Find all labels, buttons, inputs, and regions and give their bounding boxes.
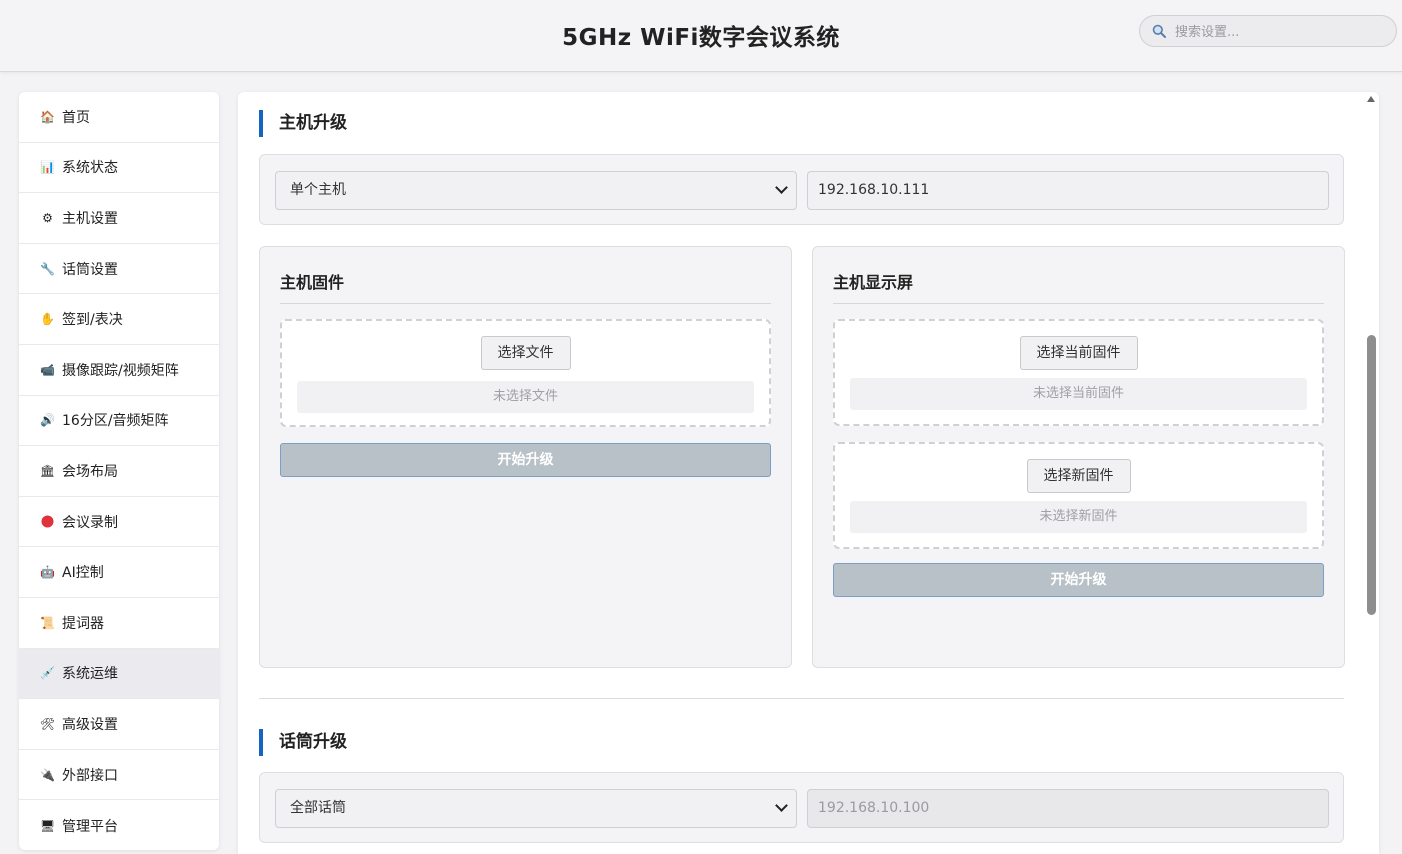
sidebar-item-label: 高级设置	[62, 716, 118, 733]
gear-icon: ⚙	[42, 210, 53, 225]
sidebar-item-system-status[interactable]: 📊 系统状态	[19, 143, 219, 194]
host-target-select-value: 单个主机	[290, 182, 346, 198]
search-box[interactable]	[1139, 15, 1397, 48]
section-title-mic-upgrade: 话筒升级	[259, 729, 347, 756]
firmware-dropzone[interactable]: 选择文件 未选择文件	[280, 319, 771, 427]
host-ip-input[interactable]: 192.168.10.111	[807, 171, 1329, 210]
camera-icon: 📹	[40, 362, 55, 377]
scroll-icon: 📜	[40, 615, 55, 630]
hand-icon: ✋	[40, 312, 55, 327]
new-firmware-status: 未选择新固件	[850, 501, 1307, 533]
header-bar: 5GHz WiFi数字会议系统	[0, 0, 1402, 72]
sidebar-item-advanced-settings[interactable]: 🛠 高级设置	[19, 699, 219, 750]
sidebar-item-label: 会场布局	[62, 463, 118, 480]
sidebar-item-venue-layout[interactable]: 🏛 会场布局	[19, 446, 219, 497]
sidebar: 🏠 首页 📊 系统状态 ⚙ 主机设置 🔧 话筒设置 ✋ 签到/表决 📹 摄像跟踪…	[19, 92, 219, 850]
sidebar-item-host-settings[interactable]: ⚙ 主机设置	[19, 193, 219, 244]
mic-target-select[interactable]: 全部话筒	[275, 789, 797, 828]
file-status-text: 未选择文件	[297, 381, 754, 413]
section-title-host-upgrade: 主机升级	[259, 110, 347, 137]
choose-new-firmware-button[interactable]: 选择新固件	[1026, 459, 1131, 493]
start-upgrade-button[interactable]: 开始升级	[280, 443, 771, 477]
tools-icon: 💉	[40, 666, 55, 681]
plug-icon: 🔌	[40, 767, 55, 782]
sidebar-item-camera-tracking[interactable]: 📹 摄像跟踪/视频矩阵	[19, 345, 219, 396]
sidebar-item-system-maintenance[interactable]: 💉 系统运维	[19, 648, 219, 700]
host-target-select[interactable]: 单个主机	[275, 171, 797, 210]
sidebar-item-label: 会议录制	[62, 514, 118, 531]
building-icon: 🏛	[39, 463, 56, 478]
host-display-card: 主机显示屏 选择当前固件 未选择当前固件 选择新固件 未选择新固件 开始升级	[812, 246, 1345, 668]
house-icon: 🏠	[40, 109, 55, 124]
section-divider	[259, 698, 1344, 699]
sidebar-item-label: 话筒设置	[62, 261, 118, 278]
mic-target-row: 全部话筒 192.168.10.100	[259, 772, 1344, 843]
mic-ip-input: 192.168.10.100	[807, 789, 1329, 828]
sidebar-item-label: AI控制	[62, 565, 104, 582]
sidebar-item-audio-matrix[interactable]: 🔊 16分区/音频矩阵	[19, 396, 219, 447]
sidebar-item-teleprompter[interactable]: 📜 提词器	[19, 598, 219, 649]
chevron-down-icon	[775, 181, 788, 194]
sidebar-item-label: 系统运维	[62, 666, 118, 683]
card-title: 主机显示屏	[833, 269, 1324, 304]
bar-chart-icon: 📊	[40, 160, 55, 175]
speaker-icon: 🔊	[40, 413, 55, 428]
chevron-down-icon	[775, 799, 788, 812]
search-input[interactable]	[1173, 16, 1392, 48]
wrench-icon: 🔧	[40, 261, 55, 276]
sidebar-item-home[interactable]: 🏠 首页	[19, 92, 219, 143]
sidebar-item-ai-control[interactable]: 🤖 AI控制	[19, 547, 219, 598]
scrollbar-thumb[interactable]	[1367, 335, 1376, 615]
sidebar-item-meeting-recording[interactable]: 会议录制	[19, 497, 219, 548]
card-title: 主机固件	[280, 269, 771, 304]
sidebar-item-management-platform[interactable]: 🖥 管理平台	[19, 800, 219, 850]
start-upgrade-button[interactable]: 开始升级	[833, 563, 1324, 597]
current-firmware-status: 未选择当前固件	[850, 378, 1307, 410]
sidebar-item-label: 提词器	[62, 615, 104, 632]
sidebar-item-label: 管理平台	[62, 818, 118, 835]
sidebar-item-label: 主机设置	[62, 210, 118, 227]
sidebar-item-signin-vote[interactable]: ✋ 签到/表决	[19, 294, 219, 345]
record-dot-icon	[40, 514, 55, 529]
choose-file-button[interactable]: 选择文件	[480, 336, 571, 370]
sidebar-item-label: 签到/表决	[62, 312, 123, 329]
robot-icon: 🤖	[40, 565, 55, 580]
sidebar-item-label: 16分区/音频矩阵	[62, 413, 169, 430]
sidebar-item-label: 摄像跟踪/视频矩阵	[62, 362, 179, 379]
host-firmware-card: 主机固件 选择文件 未选择文件 开始升级	[259, 246, 792, 668]
sidebar-item-label: 外部接口	[62, 767, 118, 784]
new-firmware-dropzone[interactable]: 选择新固件 未选择新固件	[833, 442, 1324, 549]
sidebar-item-mic-settings[interactable]: 🔧 话筒设置	[19, 244, 219, 295]
host-target-row: 单个主机 192.168.10.111	[259, 154, 1344, 225]
current-firmware-dropzone[interactable]: 选择当前固件 未选择当前固件	[833, 319, 1324, 426]
sidebar-item-external-interface[interactable]: 🔌 外部接口	[19, 750, 219, 801]
sidebar-item-label: 系统状态	[62, 160, 118, 177]
mic-target-select-value: 全部话筒	[290, 800, 346, 816]
scroll-up-arrow-icon[interactable]	[1367, 96, 1375, 102]
sidebar-item-label: 首页	[62, 109, 90, 126]
monitor-icon: 🖥	[39, 818, 56, 833]
hammer-wrench-icon: 🛠	[39, 716, 56, 731]
search-icon	[1152, 24, 1166, 38]
choose-current-firmware-button[interactable]: 选择当前固件	[1019, 336, 1138, 370]
